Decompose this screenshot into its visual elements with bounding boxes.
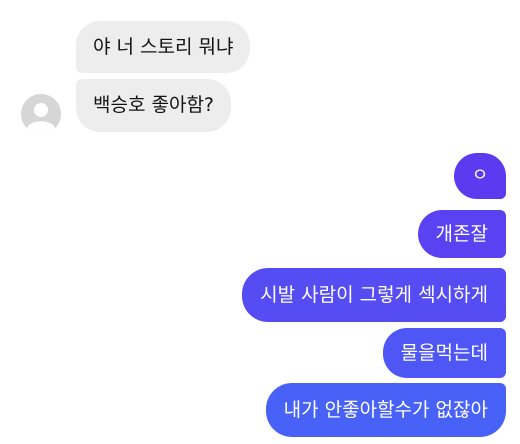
- sent-message[interactable]: ㅇ: [454, 153, 506, 199]
- received-message[interactable]: 백승호 좋아함?: [76, 79, 232, 132]
- message-thread: 야 너 스토리 뭐냐 백승호 좋아함? ㅇ 개존잘 시발 사람이 그렇게 섹시하…: [0, 0, 520, 444]
- sent-message[interactable]: 시발 사람이 그렇게 섹시하게: [242, 268, 506, 322]
- message-text: 개존잘: [435, 222, 488, 245]
- message-text: 시발 사람이 그렇게 섹시하게: [260, 283, 488, 306]
- default-profile-icon[interactable]: [21, 94, 61, 134]
- message-text: 내가 안좋아할수가 없잖아: [283, 398, 488, 421]
- message-text: ㅇ: [471, 165, 489, 186]
- sent-message[interactable]: 개존잘: [417, 210, 506, 258]
- message-text: 백승호 좋아함?: [93, 94, 215, 116]
- message-text: 물을먹는데: [400, 341, 488, 364]
- message-text: 야 너 스토리 뭐냐: [93, 35, 234, 58]
- received-message[interactable]: 야 너 스토리 뭐냐: [76, 21, 251, 73]
- sent-message[interactable]: 물을먹는데: [382, 328, 506, 378]
- sent-message[interactable]: 내가 안좋아할수가 없잖아: [265, 383, 506, 437]
